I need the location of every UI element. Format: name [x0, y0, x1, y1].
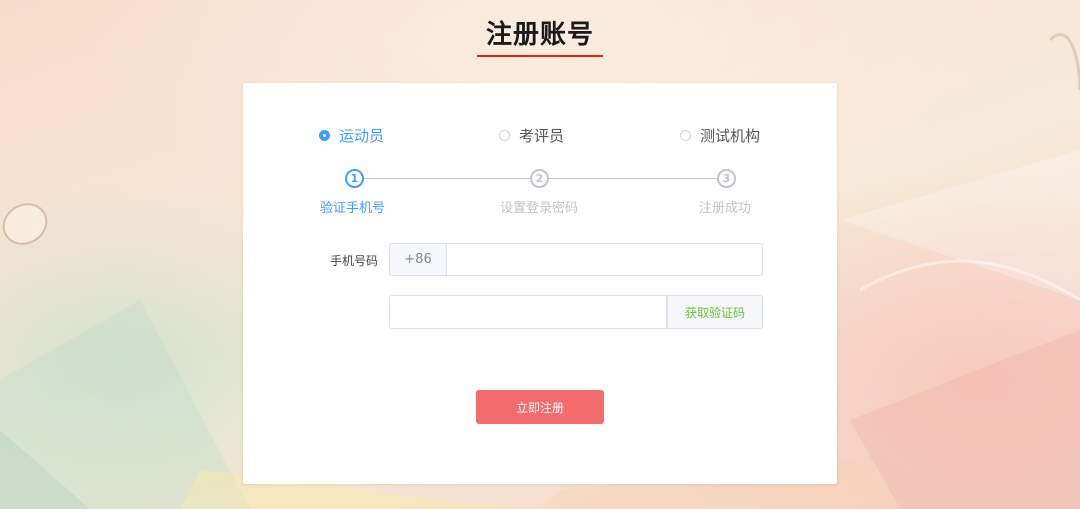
step-1-circle: 1	[345, 169, 364, 188]
role-option-athlete[interactable]: 运动员	[319, 125, 384, 145]
radio-unchecked-icon[interactable]	[499, 129, 510, 141]
badminton-racket-icon	[0, 195, 55, 253]
role-label: 运动员	[339, 126, 385, 145]
country-code-prefix: +86	[389, 243, 446, 276]
radio-unchecked-icon[interactable]	[680, 129, 691, 141]
page-title: 注册账号	[485, 20, 594, 50]
role-option-examiner[interactable]: 考评员	[499, 125, 564, 145]
phone-input[interactable]	[446, 243, 763, 276]
title-underline	[477, 55, 603, 57]
register-button[interactable]: 立即注册	[476, 390, 604, 424]
role-label: 测试机构	[700, 126, 761, 145]
verification-code-input[interactable]	[389, 295, 667, 329]
register-card: 运动员 考评员 测试机构 1 2 3 验证手机号 设置登录密码 注册成功 手机号…	[243, 83, 837, 484]
role-label: 考评员	[519, 126, 565, 145]
step-2-circle: 2	[530, 169, 549, 188]
step-1-label: 验证手机号	[320, 201, 386, 216]
step-connector	[549, 178, 717, 179]
radio-checked-icon[interactable]	[319, 129, 330, 141]
role-option-test-agency[interactable]: 测试机构	[680, 125, 760, 145]
step-connector	[364, 178, 530, 179]
step-3-circle: 3	[717, 169, 736, 188]
step-2-label: 设置登录密码	[500, 201, 579, 216]
step-3-label: 注册成功	[699, 201, 752, 216]
phone-label: 手机号码	[330, 254, 379, 268]
get-code-button[interactable]: 获取验证码	[667, 295, 763, 329]
